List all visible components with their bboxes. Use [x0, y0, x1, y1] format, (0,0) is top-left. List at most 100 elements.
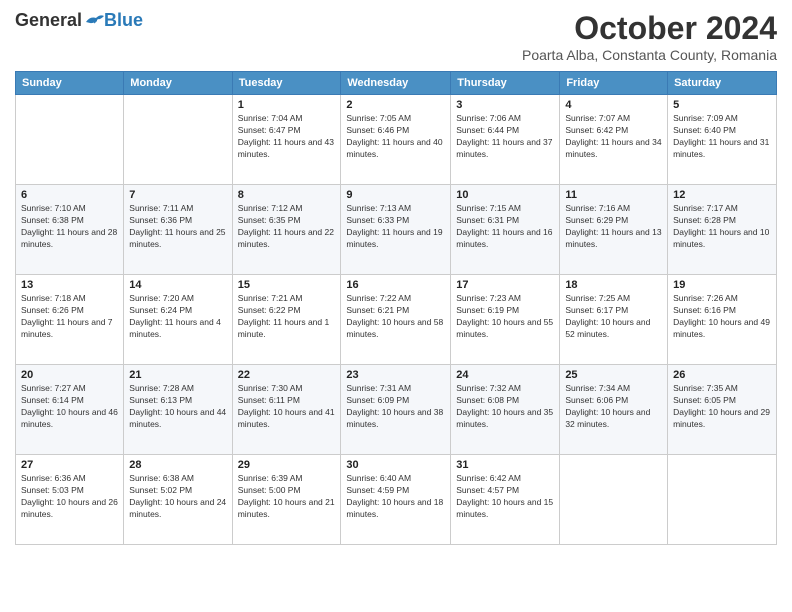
table-row: 5 Sunrise: 7:09 AM Sunset: 6:40 PM Daylig…	[668, 95, 777, 185]
day-info: Sunrise: 7:30 AM Sunset: 6:11 PM Dayligh…	[238, 383, 336, 431]
header-sunday: Sunday	[16, 72, 124, 95]
day-info: Sunrise: 7:27 AM Sunset: 6:14 PM Dayligh…	[21, 383, 118, 431]
table-row: 6 Sunrise: 7:10 AM Sunset: 6:38 PM Daylig…	[16, 185, 124, 275]
day-info: Sunrise: 7:17 AM Sunset: 6:28 PM Dayligh…	[673, 203, 771, 251]
table-row: 19 Sunrise: 7:26 AM Sunset: 6:16 PM Dayli…	[668, 275, 777, 365]
table-row: 4 Sunrise: 7:07 AM Sunset: 6:42 PM Daylig…	[560, 95, 668, 185]
table-row: 14 Sunrise: 7:20 AM Sunset: 6:24 PM Dayli…	[124, 275, 232, 365]
table-row: 11 Sunrise: 7:16 AM Sunset: 6:29 PM Dayli…	[560, 185, 668, 275]
table-row: 16 Sunrise: 7:22 AM Sunset: 6:21 PM Dayli…	[341, 275, 451, 365]
day-info: Sunrise: 7:09 AM Sunset: 6:40 PM Dayligh…	[673, 113, 771, 161]
day-info: Sunrise: 7:10 AM Sunset: 6:38 PM Dayligh…	[21, 203, 118, 251]
day-number: 26	[673, 369, 771, 381]
calendar-week-row: 13 Sunrise: 7:18 AM Sunset: 6:26 PM Dayli…	[16, 275, 777, 365]
day-info: Sunrise: 7:28 AM Sunset: 6:13 PM Dayligh…	[129, 383, 226, 431]
table-row: 17Sunrise: 7:23 AM Sunset: 6:19 PM Dayli…	[451, 275, 560, 365]
day-number: 23	[346, 369, 445, 381]
table-row	[16, 95, 124, 185]
day-number: 3	[456, 99, 554, 111]
table-row: 29 Sunrise: 6:39 AM Sunset: 5:00 PM Dayli…	[232, 455, 341, 545]
day-number: 7	[129, 189, 226, 201]
day-number: 17	[456, 279, 554, 291]
day-info: Sunrise: 7:16 AM Sunset: 6:29 PM Dayligh…	[565, 203, 662, 251]
day-info: Sunrise: 7:21 AM Sunset: 6:22 PM Dayligh…	[238, 293, 336, 341]
day-number: 12	[673, 189, 771, 201]
calendar-table: Sunday Monday Tuesday Wednesday Thursday…	[15, 71, 777, 545]
day-number: 6	[21, 189, 118, 201]
day-number: 10	[456, 189, 554, 201]
table-row: 9 Sunrise: 7:13 AM Sunset: 6:33 PM Daylig…	[341, 185, 451, 275]
day-number: 18	[565, 279, 662, 291]
calendar-week-row: 1 Sunrise: 7:04 AM Sunset: 6:47 PM Daylig…	[16, 95, 777, 185]
table-row: 12 Sunrise: 7:17 AM Sunset: 6:28 PM Dayli…	[668, 185, 777, 275]
table-row: 10 Sunrise: 7:15 AM Sunset: 6:31 PM Dayli…	[451, 185, 560, 275]
day-number: 2	[346, 99, 445, 111]
table-row: 18 Sunrise: 7:25 AM Sunset: 6:17 PM Dayli…	[560, 275, 668, 365]
day-info: Sunrise: 7:31 AM Sunset: 6:09 PM Dayligh…	[346, 383, 445, 431]
day-info: Sunrise: 7:07 AM Sunset: 6:42 PM Dayligh…	[565, 113, 662, 161]
table-row	[560, 455, 668, 545]
table-row: 7Sunrise: 7:11 AM Sunset: 6:36 PM Daylig…	[124, 185, 232, 275]
day-number: 14	[129, 279, 226, 291]
day-info: Sunrise: 7:13 AM Sunset: 6:33 PM Dayligh…	[346, 203, 445, 251]
logo-blue-text: Blue	[104, 10, 143, 31]
table-row: 1 Sunrise: 7:04 AM Sunset: 6:47 PM Daylig…	[232, 95, 341, 185]
day-info: Sunrise: 7:20 AM Sunset: 6:24 PM Dayligh…	[129, 293, 226, 341]
table-row: 13 Sunrise: 7:18 AM Sunset: 6:26 PM Dayli…	[16, 275, 124, 365]
day-info: Sunrise: 6:39 AM Sunset: 5:00 PM Dayligh…	[238, 473, 336, 521]
month-title: October 2024	[522, 10, 777, 47]
table-row: 8Sunrise: 7:12 AM Sunset: 6:35 PM Daylig…	[232, 185, 341, 275]
day-number: 11	[565, 189, 662, 201]
table-row: 30 Sunrise: 6:40 AM Sunset: 4:59 PM Dayli…	[341, 455, 451, 545]
table-row: 22Sunrise: 7:30 AM Sunset: 6:11 PM Dayli…	[232, 365, 341, 455]
day-info: Sunrise: 7:34 AM Sunset: 6:06 PM Dayligh…	[565, 383, 662, 431]
day-info: Sunrise: 7:06 AM Sunset: 6:44 PM Dayligh…	[456, 113, 554, 161]
day-info: Sunrise: 6:38 AM Sunset: 5:02 PM Dayligh…	[129, 473, 226, 521]
day-number: 9	[346, 189, 445, 201]
table-row: 31Sunrise: 6:42 AM Sunset: 4:57 PM Dayli…	[451, 455, 560, 545]
location-title: Poarta Alba, Constanta County, Romania	[522, 47, 777, 63]
header-tuesday: Tuesday	[232, 72, 341, 95]
day-number: 13	[21, 279, 118, 291]
header: General Blue October 2024 Poarta Alba, C…	[15, 10, 777, 63]
day-number: 15	[238, 279, 336, 291]
header-saturday: Saturday	[668, 72, 777, 95]
day-info: Sunrise: 7:18 AM Sunset: 6:26 PM Dayligh…	[21, 293, 118, 341]
day-number: 28	[129, 459, 226, 471]
day-info: Sunrise: 6:36 AM Sunset: 5:03 PM Dayligh…	[21, 473, 118, 521]
calendar-week-row: 6 Sunrise: 7:10 AM Sunset: 6:38 PM Daylig…	[16, 185, 777, 275]
day-info: Sunrise: 7:12 AM Sunset: 6:35 PM Dayligh…	[238, 203, 336, 251]
day-info: Sunrise: 7:22 AM Sunset: 6:21 PM Dayligh…	[346, 293, 445, 341]
day-number: 30	[346, 459, 445, 471]
day-number: 16	[346, 279, 445, 291]
table-row: 15 Sunrise: 7:21 AM Sunset: 6:22 PM Dayli…	[232, 275, 341, 365]
day-info: Sunrise: 6:42 AM Sunset: 4:57 PM Dayligh…	[456, 473, 554, 521]
day-number: 27	[21, 459, 118, 471]
day-info: Sunrise: 7:26 AM Sunset: 6:16 PM Dayligh…	[673, 293, 771, 341]
logo-general-text: General	[15, 10, 82, 31]
day-info: Sunrise: 7:15 AM Sunset: 6:31 PM Dayligh…	[456, 203, 554, 251]
day-number: 21	[129, 369, 226, 381]
header-wednesday: Wednesday	[341, 72, 451, 95]
day-info: Sunrise: 6:40 AM Sunset: 4:59 PM Dayligh…	[346, 473, 445, 521]
page: General Blue October 2024 Poarta Alba, C…	[0, 0, 792, 612]
day-number: 19	[673, 279, 771, 291]
header-friday: Friday	[560, 72, 668, 95]
day-number: 29	[238, 459, 336, 471]
table-row: 27 Sunrise: 6:36 AM Sunset: 5:03 PM Dayli…	[16, 455, 124, 545]
day-number: 24	[456, 369, 554, 381]
day-info: Sunrise: 7:05 AM Sunset: 6:46 PM Dayligh…	[346, 113, 445, 161]
calendar-week-row: 20 Sunrise: 7:27 AM Sunset: 6:14 PM Dayli…	[16, 365, 777, 455]
day-info: Sunrise: 7:25 AM Sunset: 6:17 PM Dayligh…	[565, 293, 662, 341]
table-row	[668, 455, 777, 545]
logo-bird-icon	[84, 12, 104, 30]
day-number: 1	[238, 99, 336, 111]
day-number: 20	[21, 369, 118, 381]
table-row: 20 Sunrise: 7:27 AM Sunset: 6:14 PM Dayli…	[16, 365, 124, 455]
table-row: 21 Sunrise: 7:28 AM Sunset: 6:13 PM Dayli…	[124, 365, 232, 455]
day-number: 4	[565, 99, 662, 111]
day-number: 5	[673, 99, 771, 111]
table-row: 3 Sunrise: 7:06 AM Sunset: 6:44 PM Daylig…	[451, 95, 560, 185]
calendar-header-row: Sunday Monday Tuesday Wednesday Thursday…	[16, 72, 777, 95]
day-info: Sunrise: 7:04 AM Sunset: 6:47 PM Dayligh…	[238, 113, 336, 161]
